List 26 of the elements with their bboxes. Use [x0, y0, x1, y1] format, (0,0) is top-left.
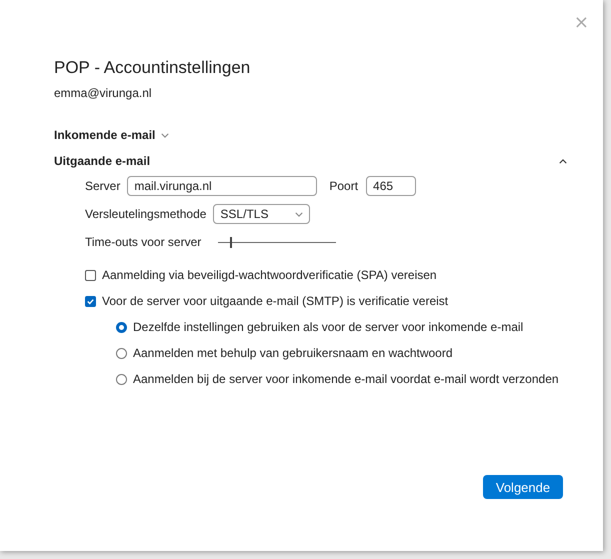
radio-button[interactable] — [116, 374, 127, 384]
radio-button[interactable] — [116, 322, 127, 332]
radio-label: Dezelfde instellingen gebruiken als voor de server voor inkomende e-mail — [133, 320, 524, 334]
chevron-up-icon — [559, 158, 567, 164]
checkbox-label: Aanmelding via beveiligd-wachtwoordverificatie (SPA) vereisen — [102, 268, 437, 282]
radio-button[interactable] — [116, 348, 127, 358]
checkbox[interactable] — [85, 270, 96, 280]
radio-label: Aanmelden bij de server voor inkomende e-mail voordat e-mail wordt verzonden — [133, 372, 559, 386]
checkbox-label: Voor de server voor uitgaande e-mail (SMTP) is verificatie vereist — [102, 294, 448, 308]
field-label: Versleutelingsmethode — [85, 207, 206, 221]
server-field[interactable]: mail.virunga.nl — [127, 176, 318, 196]
account-email: emma@virunga.nl — [54, 86, 153, 100]
checkbox[interactable] — [85, 296, 96, 306]
field-label: Time-outs voor server — [85, 235, 202, 249]
chevron-down-icon — [295, 212, 304, 216]
chevron-down-icon — [161, 132, 170, 138]
dialog-title: POP - Accountinstellingen — [54, 58, 252, 78]
field-label: Poort — [329, 179, 358, 193]
slider-thumb[interactable] — [230, 236, 232, 248]
encryption-dropdown[interactable]: SSL/TLS — [213, 204, 310, 224]
section-header[interactable]: Inkomende e-mail — [54, 128, 563, 142]
radio-label: Aanmelden met behulp van gebruikersnaam en wachtwoord — [133, 346, 453, 360]
next-button[interactable]: Volgende — [483, 475, 563, 499]
section-header[interactable]: Uitgaande e-mail — [54, 154, 567, 168]
port-field[interactable]: 465 — [366, 176, 416, 196]
field-label: Server — [85, 179, 120, 193]
